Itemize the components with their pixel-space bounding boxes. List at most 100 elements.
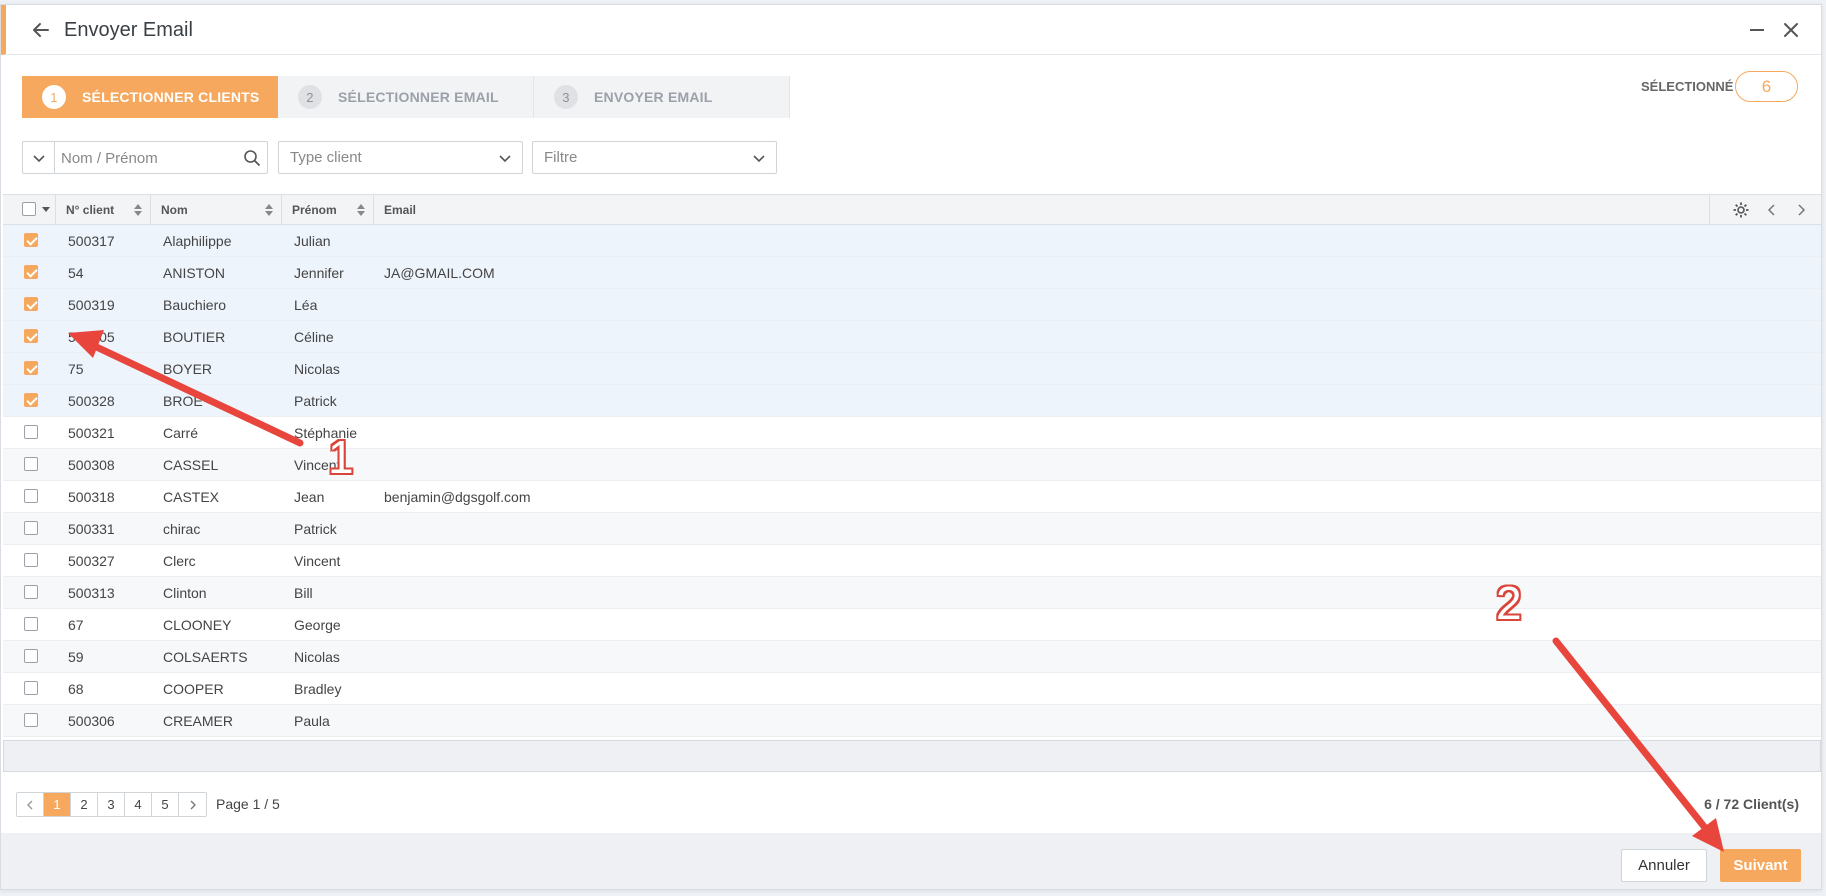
- gear-icon[interactable]: [1732, 201, 1750, 219]
- table-row[interactable]: 500328 BROE Patrick: [3, 385, 1821, 417]
- table-row[interactable]: 54 ANISTON Jennifer JA@GMAIL.COM: [3, 257, 1821, 289]
- column-client-number[interactable]: N° client: [56, 195, 151, 224]
- search-mode-dropdown[interactable]: [23, 142, 55, 173]
- table-header: N° client Nom Prénom Email: [3, 194, 1821, 225]
- row-checkbox[interactable]: [24, 393, 38, 407]
- client-type-select[interactable]: Type client: [278, 141, 523, 174]
- column-email[interactable]: Email: [374, 195, 1709, 224]
- pagination: 12345: [16, 792, 207, 817]
- nom-cell: BROE: [163, 392, 203, 409]
- nom-cell: Clerc: [163, 552, 196, 569]
- page-button[interactable]: 3: [98, 793, 125, 816]
- table-footer-band: [3, 740, 1821, 772]
- row-checkbox[interactable]: [24, 649, 38, 663]
- client-number-cell: 500319: [68, 296, 115, 313]
- column-prenom[interactable]: Prénom: [282, 195, 374, 224]
- prenom-cell: Jennifer: [294, 264, 344, 281]
- row-checkbox[interactable]: [24, 265, 38, 279]
- prenom-cell: Paula: [294, 712, 330, 729]
- client-number-cell: 67: [68, 616, 84, 633]
- nom-cell: Bauchiero: [163, 296, 227, 313]
- row-checkbox[interactable]: [24, 425, 38, 439]
- table-row[interactable]: 500317 Alaphilippe Julian: [3, 225, 1821, 257]
- nom-cell: COLSAERTS: [163, 648, 248, 665]
- client-number-cell: 500327: [68, 552, 115, 569]
- table-row[interactable]: 500313 Clinton Bill: [3, 577, 1821, 609]
- minimize-icon[interactable]: [1746, 19, 1768, 41]
- row-checkbox[interactable]: [24, 297, 38, 311]
- table-row[interactable]: 500321 Carré Stéphanie: [3, 417, 1821, 449]
- chevron-left-icon[interactable]: [1766, 203, 1778, 217]
- chevron-down-icon: [499, 155, 511, 163]
- row-checkbox[interactable]: [24, 521, 38, 535]
- client-number-cell: 75: [68, 360, 84, 377]
- chevron-right-icon[interactable]: [1795, 203, 1807, 217]
- row-checkbox[interactable]: [24, 329, 38, 343]
- row-checkbox[interactable]: [24, 489, 38, 503]
- close-icon[interactable]: [1779, 18, 1803, 42]
- step-number: 1: [42, 85, 66, 109]
- table-row[interactable]: 67 CLOONEY George: [3, 609, 1821, 641]
- client-number-cell: 68: [68, 680, 84, 697]
- row-checkbox[interactable]: [24, 553, 38, 567]
- prenom-cell: Bill: [294, 584, 313, 601]
- sort-icon: [134, 204, 142, 216]
- email-cell: JA@GMAIL.COM: [384, 264, 495, 281]
- table-row[interactable]: 500318 CASTEX Jean benjamin@dgsgolf.com: [3, 481, 1821, 513]
- row-checkbox[interactable]: [24, 361, 38, 375]
- page-button[interactable]: 1: [44, 793, 71, 816]
- selected-label: SÉLECTIONNÉ: [1641, 79, 1734, 94]
- prev-page-button[interactable]: [17, 793, 44, 816]
- row-checkbox[interactable]: [24, 233, 38, 247]
- step-label: ENVOYER EMAIL: [594, 89, 713, 105]
- nom-cell: BOYER: [163, 360, 213, 377]
- prenom-cell: Nicolas: [294, 360, 340, 377]
- client-number-cell: 500306: [68, 712, 115, 729]
- table-row[interactable]: 500331 chirac Patrick: [3, 513, 1821, 545]
- column-label: Email: [384, 202, 417, 217]
- table-row[interactable]: 500306 CREAMER Paula: [3, 705, 1821, 737]
- step-select-clients[interactable]: 1 SÉLECTIONNER CLIENTS: [22, 76, 278, 118]
- step-send-email[interactable]: 3 ENVOYER EMAIL: [534, 76, 790, 118]
- column-nom[interactable]: Nom: [151, 195, 282, 224]
- chevron-down-icon: [753, 155, 765, 163]
- column-label: N° client: [66, 202, 115, 217]
- client-number-cell: 500318: [68, 488, 115, 505]
- step-select-email[interactable]: 2 SÉLECTIONNER EMAIL: [278, 76, 534, 118]
- table-row[interactable]: 68 COOPER Bradley: [3, 673, 1821, 705]
- table-row[interactable]: 500327 Clerc Vincent: [3, 545, 1821, 577]
- select-all-checkbox[interactable]: [22, 202, 36, 216]
- row-checkbox[interactable]: [24, 585, 38, 599]
- table-row[interactable]: 75 BOYER Nicolas: [3, 353, 1821, 385]
- prenom-cell: George: [294, 616, 341, 633]
- prenom-cell: Patrick: [294, 392, 337, 409]
- name-search-input[interactable]: [61, 148, 231, 168]
- row-checkbox[interactable]: [24, 681, 38, 695]
- table-row[interactable]: 500319 Bauchiero Léa: [3, 289, 1821, 321]
- cancel-button[interactable]: Annuler: [1621, 849, 1707, 882]
- next-button[interactable]: Suivant: [1720, 849, 1801, 882]
- back-arrow-icon[interactable]: [28, 17, 54, 43]
- email-cell: benjamin@dgsgolf.com: [384, 488, 531, 505]
- caret-down-icon[interactable]: [42, 207, 50, 213]
- table-row[interactable]: 500305 BOUTIER Céline: [3, 321, 1821, 353]
- prenom-cell: Nicolas: [294, 648, 340, 665]
- prenom-cell: Bradley: [294, 680, 342, 697]
- page-button[interactable]: 2: [71, 793, 98, 816]
- search-icon[interactable]: [243, 149, 261, 167]
- row-checkbox[interactable]: [24, 713, 38, 727]
- filter-select[interactable]: Filtre: [532, 141, 777, 174]
- dialog-footer: Annuler Suivant: [1, 833, 1821, 889]
- page-button[interactable]: 4: [125, 793, 152, 816]
- client-number-cell: 500331: [68, 520, 115, 537]
- nom-cell: chirac: [163, 520, 201, 537]
- title-bar: Envoyer Email: [1, 5, 1821, 55]
- table-row[interactable]: 59 COLSAERTS Nicolas: [3, 641, 1821, 673]
- next-page-button[interactable]: [179, 793, 206, 816]
- nom-cell: Clinton: [163, 584, 207, 601]
- client-number-cell: 500305: [68, 328, 115, 345]
- table-row[interactable]: 500308 CASSEL Vincent: [3, 449, 1821, 481]
- page-button[interactable]: 5: [152, 793, 179, 816]
- row-checkbox[interactable]: [24, 617, 38, 631]
- row-checkbox[interactable]: [24, 457, 38, 471]
